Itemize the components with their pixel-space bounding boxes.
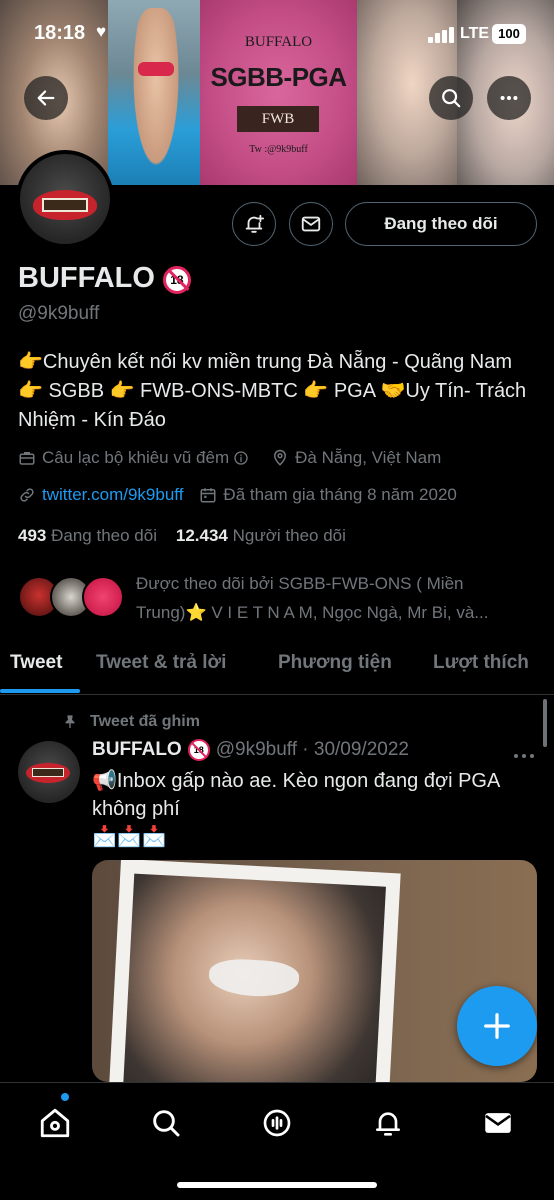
profile-joined: Đã tham gia tháng 8 năm 2020 bbox=[199, 485, 457, 505]
mail-icon bbox=[485, 1113, 511, 1133]
profile-bio: 👉Chuyên kết nối kv miền trung Đà Nẵng - … bbox=[18, 351, 527, 431]
more-icon bbox=[500, 95, 518, 101]
tweet-emojis: 📩📩📩 bbox=[92, 826, 167, 848]
search-icon bbox=[442, 89, 461, 108]
profile-location-text: Đà Nẵng, Việt Nam bbox=[295, 448, 442, 467]
briefcase-icon bbox=[19, 452, 35, 465]
profile-meta-row-2: twitter.com/9k9buff Đã tham gia tháng 8 … bbox=[18, 485, 473, 505]
profile-name: BUFFALO 18 bbox=[18, 262, 191, 295]
tab-media[interactable]: Phương tiện bbox=[278, 652, 392, 674]
followers-stat[interactable]: 12.434 Người theo dõi bbox=[176, 526, 346, 545]
following-button[interactable]: Đang theo dõi bbox=[345, 202, 537, 246]
spaces-icon bbox=[263, 1109, 291, 1137]
calendar-icon bbox=[200, 488, 216, 503]
profile-website-link[interactable]: twitter.com/9k9buff bbox=[42, 485, 183, 505]
search-button[interactable] bbox=[429, 76, 473, 120]
following-label: Đang theo dõi bbox=[51, 526, 157, 545]
profile-category: Câu lạc bộ khiêu vũ đêm bbox=[18, 448, 255, 468]
home-icon bbox=[40, 1108, 70, 1138]
profile-joined-text: Đã tham gia tháng 8 năm 2020 bbox=[223, 485, 457, 504]
tweet-more-button[interactable] bbox=[513, 740, 535, 766]
nav-search[interactable] bbox=[146, 1103, 186, 1143]
mail-icon bbox=[301, 216, 321, 232]
pin-icon bbox=[65, 715, 75, 728]
more-icon bbox=[514, 754, 534, 758]
tab-tweets[interactable]: Tweet bbox=[10, 652, 62, 674]
profile-avatar[interactable] bbox=[16, 150, 114, 248]
follow-stats: 493 Đang theo dõi 12.434 Người theo dõi bbox=[18, 526, 346, 546]
tweet-text-content: 📢Inbox gấp nào ae. Kèo ngon đang đợi PGA… bbox=[92, 770, 500, 820]
heart-icon: ♥ bbox=[96, 22, 107, 41]
home-indicator bbox=[177, 1182, 377, 1188]
profile-location: Đà Nẵng, Việt Nam bbox=[271, 448, 441, 468]
link-icon bbox=[20, 488, 34, 502]
profile-website[interactable]: twitter.com/9k9buff bbox=[18, 485, 183, 505]
banner-text-4: Tw :@9k9buff bbox=[249, 144, 308, 155]
tab-tweets-replies[interactable]: Tweet & trả lời bbox=[96, 652, 226, 674]
profile-tabs: Tweet Tweet & trả lời Phương tiện Lượt t… bbox=[0, 640, 554, 695]
plus-icon bbox=[484, 1013, 510, 1039]
following-stat[interactable]: 493 Đang theo dõi bbox=[18, 526, 157, 545]
follower-avatar-3 bbox=[82, 576, 124, 618]
following-count: 493 bbox=[18, 526, 47, 545]
signal-icon bbox=[428, 27, 454, 43]
search-icon bbox=[153, 1110, 180, 1137]
nav-spaces[interactable] bbox=[257, 1103, 297, 1143]
nav-messages[interactable] bbox=[478, 1103, 518, 1143]
age-restricted-icon: 18 bbox=[162, 266, 191, 294]
tweet-text: 📢Inbox gấp nào ae. Kèo ngon đang đợi PGA… bbox=[92, 767, 532, 851]
message-button[interactable] bbox=[289, 202, 333, 246]
tweet-meta: @9k9buff · 30/09/2022 bbox=[215, 739, 409, 760]
tab-likes[interactable]: Lượt thích bbox=[433, 652, 529, 674]
nav-home[interactable] bbox=[35, 1103, 75, 1143]
pinned-label-text: Tweet đã ghim bbox=[90, 713, 200, 730]
back-button[interactable] bbox=[24, 76, 68, 120]
banner-text-2: SGBB-PGA bbox=[210, 62, 347, 92]
tweet-author-avatar[interactable] bbox=[18, 741, 80, 803]
back-arrow-icon bbox=[37, 90, 55, 106]
status-bar: 18:18 ♥ LTE 100 bbox=[0, 0, 554, 60]
tweet-photo bbox=[107, 860, 401, 1082]
nav-notifications[interactable] bbox=[368, 1103, 408, 1143]
notify-button[interactable] bbox=[232, 202, 276, 246]
pinned-label: Tweet đã ghim bbox=[62, 713, 200, 731]
battery-indicator: 100 bbox=[492, 24, 526, 44]
profile-category-text: Câu lạc bộ khiêu vũ đêm bbox=[42, 448, 230, 467]
bell-plus-icon bbox=[245, 214, 265, 233]
home-unread-dot bbox=[61, 1093, 69, 1101]
followers-count: 12.434 bbox=[175, 526, 228, 545]
profile-name-text: BUFFALO bbox=[18, 262, 155, 294]
more-button[interactable] bbox=[487, 76, 531, 120]
network-type: LTE bbox=[460, 25, 490, 42]
status-time: 18:18 bbox=[34, 22, 86, 44]
followers-label: Người theo dõi bbox=[232, 526, 346, 545]
location-pin-icon bbox=[274, 449, 287, 466]
compose-tweet-button[interactable] bbox=[457, 986, 537, 1066]
tweet-header: BUFFALO 18 @9k9buff · 30/09/2022 bbox=[92, 739, 409, 761]
tweet-author-name[interactable]: BUFFALO bbox=[92, 739, 182, 760]
profile-handle: @9k9buff bbox=[18, 303, 100, 324]
age-restricted-icon: 18 bbox=[187, 739, 210, 761]
banner-text-3: FWB bbox=[237, 106, 319, 132]
bell-icon bbox=[376, 1112, 400, 1136]
profile-meta-row-1: Câu lạc bộ khiêu vũ đêm Đà Nẵng, Việt Na… bbox=[18, 448, 457, 468]
followed-by-text[interactable]: Được theo dõi bởi SGBB-FWB-ONS ( Miền Tr… bbox=[136, 569, 531, 627]
active-tab-indicator bbox=[0, 689, 80, 693]
info-icon[interactable] bbox=[233, 450, 249, 466]
scrollbar[interactable] bbox=[543, 699, 547, 747]
